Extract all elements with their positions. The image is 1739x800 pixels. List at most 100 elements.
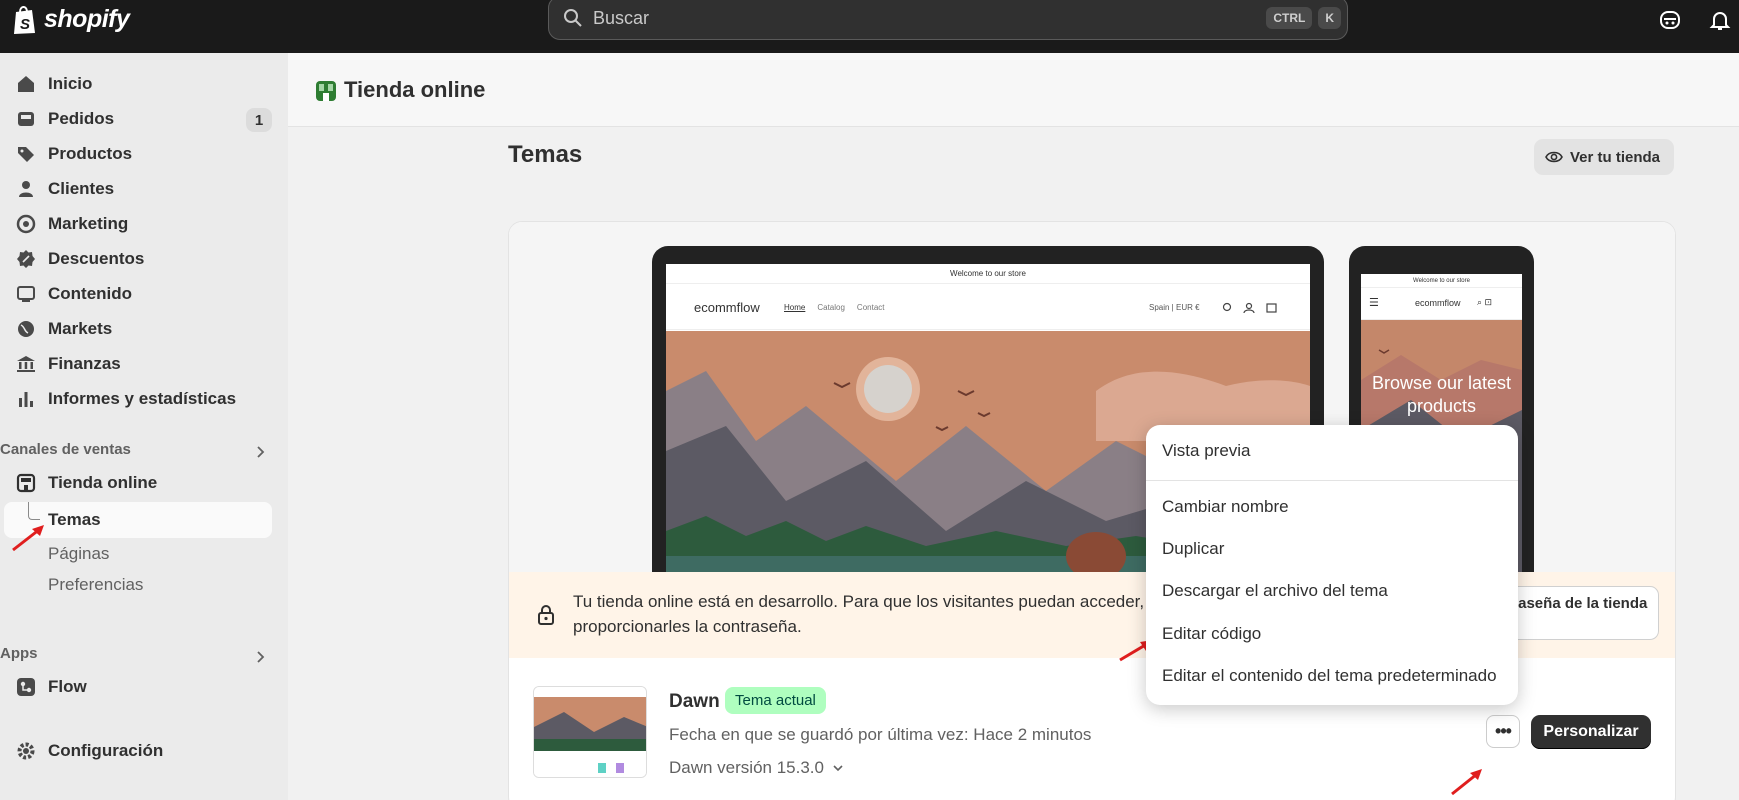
theme-thumbnail-image <box>534 687 646 777</box>
shopify-logo[interactable]: S shopify <box>12 3 130 35</box>
search-bar[interactable]: Buscar CTRL K <box>548 0 1348 40</box>
store-name: ecommflow <box>694 300 760 315</box>
section-title: Temas <box>508 141 583 168</box>
bank-icon <box>17 356 35 372</box>
sidebar-item-label: Descuentos <box>48 249 145 268</box>
globe-icon <box>18 321 34 337</box>
menu-item-vista-previa[interactable]: Vista previa <box>1162 441 1251 461</box>
store-nav-links: Home Catalog Contact <box>784 303 885 312</box>
sidebar-item-label: Pedidos <box>48 109 115 128</box>
shortcut-k: K <box>1318 7 1341 29</box>
annotation-arrow <box>12 525 44 552</box>
menu-item-duplicar[interactable]: Duplicar <box>1162 539 1224 559</box>
menu-item-descargar[interactable]: Descargar el archivo del tema <box>1162 581 1388 601</box>
content-icon <box>17 286 35 302</box>
announcement-bar: Welcome to our store <box>666 264 1310 284</box>
mobile-header-icons: ⌕ ⊡ <box>1477 297 1493 307</box>
sidebar-item-label: Flow <box>48 677 87 696</box>
mobile-store-header: ☰ ecommflow ⌕ ⊡ <box>1361 288 1522 320</box>
lock-icon <box>538 605 554 625</box>
svg-text:S: S <box>20 16 30 33</box>
eye-icon <box>1545 151 1563 163</box>
bell-icon[interactable] <box>1708 8 1732 32</box>
orders-icon <box>18 112 34 126</box>
store-header: ecommflow Home Catalog Contact Spain | E… <box>666 284 1310 330</box>
sidebar-item-markets[interactable]: Markets <box>0 312 272 346</box>
sidebar-item-tienda-online[interactable]: Tienda online <box>0 466 272 500</box>
mobile-hero-text: Browse our latest products <box>1371 373 1512 416</box>
chevron-right-icon[interactable] <box>254 445 268 459</box>
sidebar-item-label: Tienda online <box>48 473 158 492</box>
sidebar-item-label: Clientes <box>48 179 115 198</box>
mobile-store-name: ecommflow <box>1415 298 1461 308</box>
mobile-announcement-bar: Welcome to our store <box>1361 274 1522 288</box>
sidebar-item-label: Configuración <box>48 741 164 760</box>
view-store-label: Ver tu tienda <box>1570 148 1661 166</box>
store-link-home: Home <box>784 303 806 312</box>
main-content: Tienda online Temas Ver tu tienda Welcom… <box>288 53 1739 800</box>
home-icon <box>18 76 34 92</box>
store-header-icons <box>1222 302 1277 314</box>
target-icon <box>16 214 36 234</box>
theme-version-label: Dawn versión 15.3.0 <box>669 758 824 777</box>
sidebar-item-informes[interactable]: Informes y estadísticas <box>0 382 272 416</box>
gear-icon <box>17 742 35 760</box>
sidebar-item-flow[interactable]: Flow <box>0 670 272 704</box>
sidebar-item-marketing[interactable]: Marketing <box>0 207 272 241</box>
store-icon <box>16 473 36 493</box>
sidebar-item-contenido[interactable]: Contenido <box>0 277 272 311</box>
store-switch-icon[interactable] <box>1658 8 1682 32</box>
search-placeholder: Buscar <box>593 7 650 28</box>
top-bar: S shopify Buscar CTRL K <box>0 0 1739 53</box>
menu-item-editar-contenido[interactable]: Editar el contenido del tema predetermin… <box>1162 666 1497 686</box>
sidebar-item-finanzas[interactable]: Finanzas <box>0 347 272 381</box>
menu-item-cambiar-nombre[interactable]: Cambiar nombre <box>1162 497 1289 517</box>
sidebar-subitem-paginas[interactable]: Páginas <box>48 544 109 564</box>
page-title: Tienda online <box>344 77 486 102</box>
sidebar-item-pedidos[interactable]: Pedidos 1 <box>0 102 272 136</box>
chevron-right-icon[interactable] <box>254 650 268 664</box>
sidebar-item-label: Markets <box>48 319 113 338</box>
store-link-contact: Contact <box>856 303 885 312</box>
shortcut-ctrl: CTRL <box>1266 7 1313 29</box>
theme-version-toggle[interactable]: Dawn versión 15.3.0 <box>669 758 844 778</box>
sidebar-item-label: Informes y estadísticas <box>48 389 237 408</box>
discount-icon <box>17 250 35 268</box>
current-theme-badge: Tema actual <box>725 687 826 714</box>
sidebar-item-inicio[interactable]: Inicio <box>0 67 272 101</box>
sales-channels-heading[interactable]: Canales de ventas <box>0 441 131 458</box>
sidebar-item-configuracion[interactable]: Configuración <box>0 734 272 768</box>
banner-message: Tu tienda online está en desarrollo. Par… <box>573 592 1145 636</box>
person-icon <box>19 181 33 197</box>
last-saved-text: Fecha en que se guardó por última vez: H… <box>669 725 1092 744</box>
theme-thumbnail[interactable] <box>533 686 647 778</box>
sidebar-subitem-preferencias[interactable]: Preferencias <box>48 575 143 595</box>
theme-actions-button[interactable]: ••• <box>1486 715 1520 748</box>
page-header: Tienda online <box>288 53 1739 127</box>
tree-connector <box>28 502 40 520</box>
chevron-down-icon <box>833 765 843 772</box>
hamburger-icon: ☰ <box>1369 297 1379 309</box>
menu-divider <box>1146 480 1518 481</box>
sidebar-item-label: Marketing <box>48 214 129 233</box>
search-icon <box>564 9 582 27</box>
sidebar: Inicio Pedidos 1 Productos Clientes Mark… <box>0 53 288 800</box>
shopify-bag-icon: S <box>14 6 35 34</box>
sidebar-item-productos[interactable]: Productos <box>0 137 272 171</box>
view-store-button[interactable]: Ver tu tienda <box>1534 139 1675 175</box>
chart-bar-icon <box>19 392 33 407</box>
orders-count-badge: 1 <box>246 108 272 132</box>
flow-icon <box>17 678 35 696</box>
theme-actions-menu: Vista previa Cambiar nombre Duplicar Des… <box>1146 425 1518 705</box>
sidebar-item-label: Finanzas <box>48 354 121 373</box>
annotation-arrow <box>1451 769 1482 796</box>
sidebar-item-clientes[interactable]: Clientes <box>0 172 272 206</box>
store-locale: Spain | EUR € <box>1149 303 1200 312</box>
apps-heading[interactable]: Apps <box>0 645 38 662</box>
customize-button[interactable]: Personalizar <box>1531 715 1651 749</box>
sidebar-item-label: Contenido <box>48 284 133 303</box>
tag-icon <box>18 147 34 162</box>
menu-item-editar-codigo[interactable]: Editar código <box>1162 624 1261 644</box>
sidebar-item-descuentos[interactable]: Descuentos <box>0 242 272 276</box>
brand-name: shopify <box>44 4 130 33</box>
